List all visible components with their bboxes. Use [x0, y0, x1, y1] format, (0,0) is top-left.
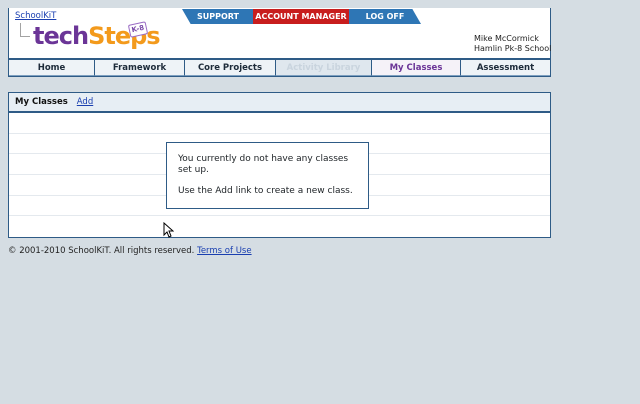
logo-connector-foot [20, 36, 30, 37]
support-tab[interactable]: SUPPORT [182, 9, 254, 24]
panel-title: My Classes [15, 97, 68, 107]
footer: © 2001-2010 SchoolKiT. All rights reserv… [8, 246, 252, 256]
notice-line-1: You currently do not have any classes se… [178, 154, 349, 175]
add-class-link[interactable]: Add [77, 97, 93, 107]
nav-assessment[interactable]: Assessment [461, 60, 550, 76]
mouse-cursor-icon [163, 222, 174, 238]
nav-home[interactable]: Home [9, 60, 95, 76]
main-nav: Home Framework Core Projects Activity Li… [8, 59, 551, 77]
nav-core-projects[interactable]: Core Projects [185, 60, 276, 76]
schoolkit-link[interactable]: SchoolKiT [15, 11, 56, 21]
notice-line-2: Use the Add link to create a new class. [178, 186, 353, 196]
table-row-divider [9, 133, 550, 134]
nav-my-classes[interactable]: My Classes [372, 60, 461, 76]
nav-activity-library[interactable]: Activity Library [276, 60, 372, 76]
table-row-divider [9, 215, 550, 216]
user-name: Mike McCormick [474, 34, 539, 43]
user-school: Hamlin Pk-8 School [474, 44, 552, 53]
terms-of-use-link[interactable]: Terms of Use [197, 246, 252, 256]
logo-tech-text: tech [33, 22, 89, 50]
copyright-text: © 2001-2010 SchoolKiT. All rights reserv… [8, 246, 195, 256]
log-off-tab[interactable]: LOG OFF [349, 9, 421, 24]
logo-steps-text: Steps [88, 22, 160, 50]
logo-connector [20, 23, 21, 37]
nav-framework[interactable]: Framework [95, 60, 185, 76]
account-manager-tab[interactable]: ACCOUNT MANAGER [253, 9, 349, 24]
panel-header: My Classes Add [9, 93, 550, 113]
no-classes-notice: You currently do not have any classes se… [166, 142, 369, 209]
